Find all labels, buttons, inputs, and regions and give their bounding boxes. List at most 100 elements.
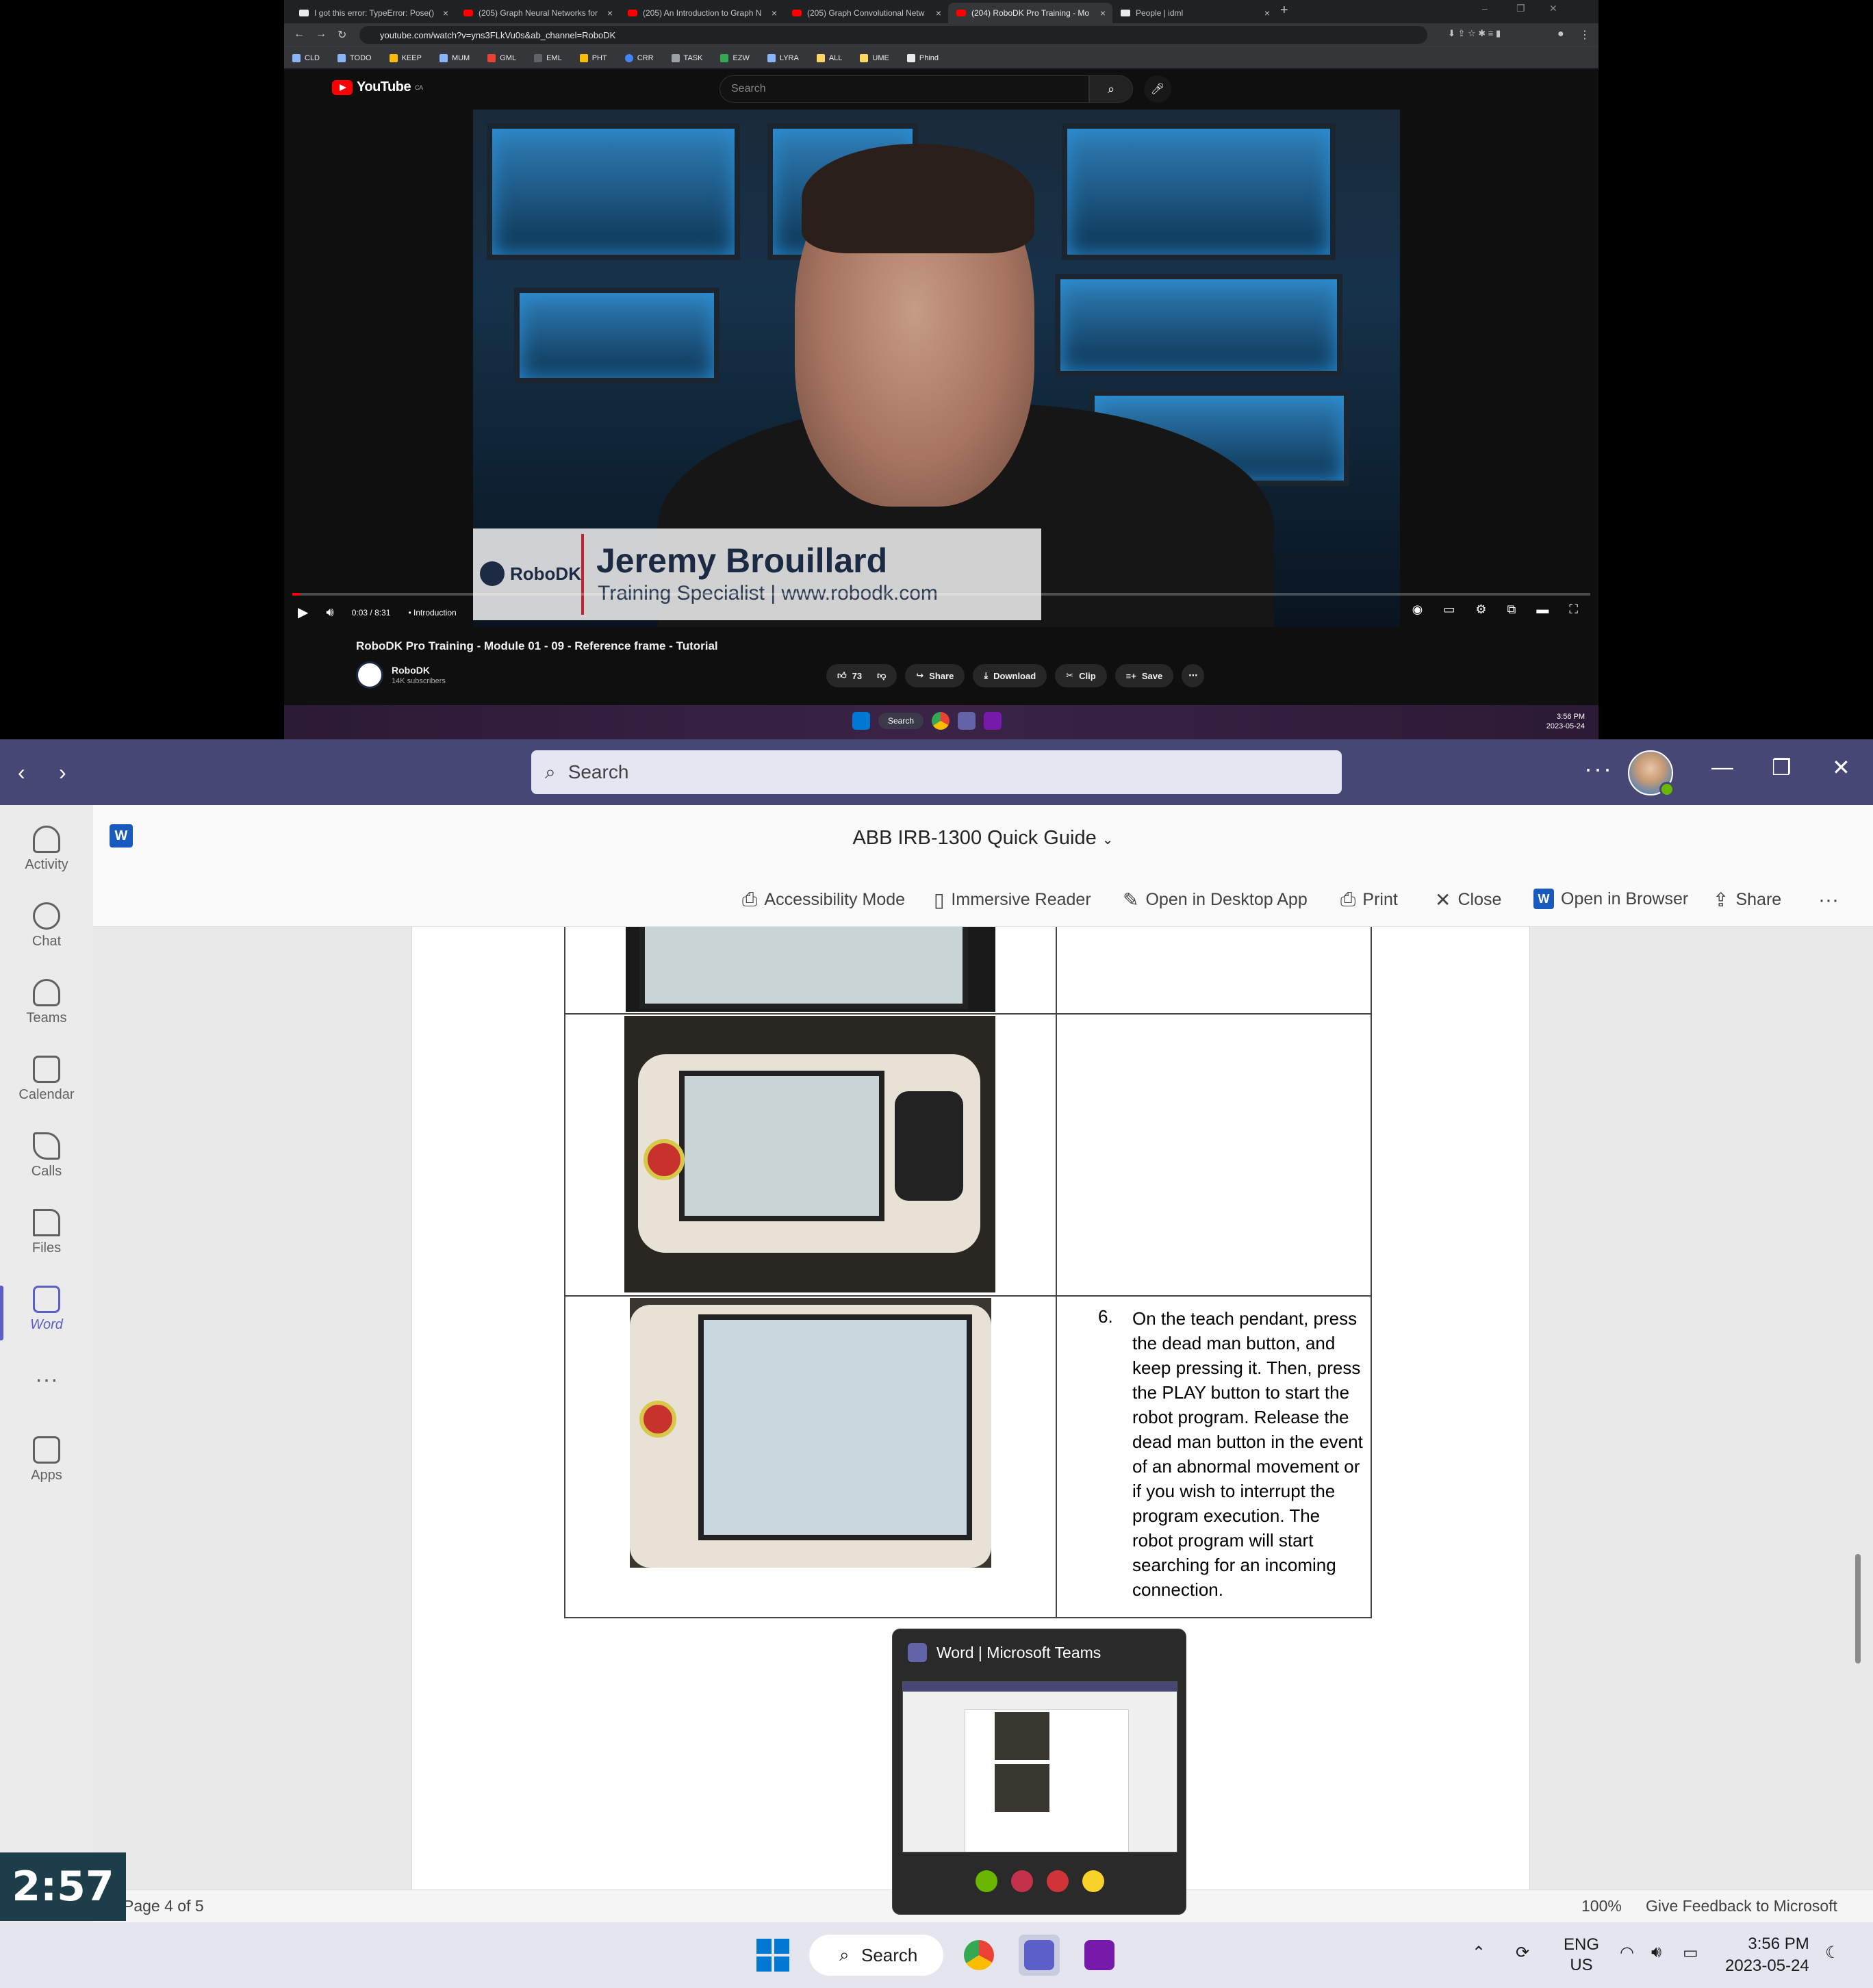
feedback-link[interactable]: Give Feedback to Microsoft <box>1646 1897 1837 1915</box>
close-tab-icon[interactable]: × <box>443 8 448 18</box>
channel-name[interactable]: RoboDK <box>392 665 446 676</box>
available-status-icon[interactable] <box>976 1870 997 1892</box>
microphone-icon[interactable]: 🎤︎ <box>1144 75 1171 103</box>
rail-calendar[interactable]: Calendar <box>0 1049 93 1117</box>
taskbar-chrome[interactable] <box>958 1935 999 1976</box>
more-actions-button[interactable]: ⋯ <box>1182 664 1205 687</box>
back-icon[interactable]: ← <box>294 28 305 40</box>
autoplay-toggle-icon[interactable]: ◉ <box>1412 602 1423 617</box>
bookmark[interactable]: EML <box>534 53 562 62</box>
rail-calls[interactable]: Calls <box>0 1125 93 1194</box>
chevron-up-icon[interactable]: ⌃ <box>1472 1943 1486 1963</box>
windows-start-icon[interactable] <box>852 712 870 730</box>
accessibility-mode-button[interactable]: ⎙ Accessibility Mode <box>742 889 905 911</box>
battery-icon[interactable]: ▭ <box>1683 1943 1698 1963</box>
bookmark[interactable]: GML <box>487 53 516 62</box>
print-button[interactable]: ⎙ Print <box>1340 889 1398 911</box>
close-tab-icon[interactable]: × <box>1100 8 1106 18</box>
fullscreen-icon[interactable]: ⛶ <box>1569 602 1578 617</box>
zoom-level[interactable]: 100% <box>1581 1897 1622 1915</box>
close-tab-icon[interactable]: × <box>607 8 613 18</box>
miniplayer-icon[interactable]: ⧉ <box>1507 602 1516 617</box>
chapter-label[interactable]: • Introduction <box>408 608 456 617</box>
browser-tab[interactable]: (205) Graph Convolutional Netw × <box>784 3 948 23</box>
forward-arrow-icon[interactable]: › <box>59 760 66 785</box>
volume-icon[interactable]: 🔊︎ <box>326 605 333 620</box>
rail-apps[interactable]: Apps <box>0 1429 93 1498</box>
restore-icon[interactable]: ❐ <box>1516 3 1525 14</box>
away-status-icon[interactable] <box>1082 1870 1104 1892</box>
do-not-disturb-icon[interactable] <box>1047 1870 1069 1892</box>
like-button[interactable]: 👍︎ 73 👎︎ <box>826 664 897 687</box>
browser-tab[interactable]: (205) Graph Neural Networks for × <box>455 3 620 23</box>
menu-kebab-icon[interactable]: ⋮ <box>1579 28 1590 42</box>
clip-button[interactable]: ✂ Clip <box>1055 664 1107 687</box>
close-button[interactable]: ✕ Close <box>1435 889 1501 911</box>
document-title[interactable]: ABB IRB-1300 Quick Guide ⌄ <box>93 827 1873 850</box>
minimize-icon[interactable]: — <box>1711 754 1733 780</box>
bookmark[interactable]: UME <box>860 53 889 62</box>
bookmark[interactable]: TASK <box>671 53 702 62</box>
restore-icon[interactable]: ❐ <box>1772 754 1792 780</box>
remote-search-button[interactable]: Search <box>878 713 924 729</box>
taskbar-onenote[interactable] <box>1079 1935 1120 1976</box>
rail-word[interactable]: Word <box>0 1279 93 1347</box>
back-arrow-icon[interactable]: ‹ <box>18 760 25 785</box>
bookmark[interactable]: CLD <box>292 53 320 62</box>
taskbar-search-button[interactable]: ⌕ Search <box>809 1935 943 1976</box>
browser-tab[interactable]: People | idml × <box>1112 3 1277 23</box>
search-icon[interactable]: ⌕ <box>1089 75 1133 103</box>
share-button[interactable]: ⇪ Share <box>1713 889 1781 911</box>
theater-mode-icon[interactable]: ▬ <box>1536 602 1549 617</box>
youtube-logo[interactable]: YouTube CA <box>332 79 423 95</box>
close-tab-icon[interactable]: × <box>936 8 941 18</box>
browser-tab[interactable]: (205) An Introduction to Graph N × <box>620 3 784 23</box>
immersive-reader-button[interactable]: ▯ Immersive Reader <box>934 889 1091 911</box>
bookmark[interactable]: MUM <box>439 53 470 62</box>
save-button[interactable]: ≡+ Save <box>1114 664 1174 687</box>
wifi-icon[interactable]: ◠ <box>1620 1943 1634 1963</box>
new-tab-button[interactable]: + <box>1280 3 1288 18</box>
rail-files[interactable]: Files <box>0 1202 93 1271</box>
thumbs-down-icon[interactable]: 👎︎ <box>877 670 886 681</box>
onenote-icon[interactable] <box>984 712 1002 730</box>
rail-chat[interactable]: Chat <box>0 895 93 964</box>
forward-icon[interactable]: → <box>316 28 327 40</box>
bookmark[interactable]: LYRA <box>767 53 799 62</box>
play-icon[interactable]: ▶ <box>298 604 308 621</box>
bookmark[interactable]: KEEP <box>389 53 422 62</box>
busy-status-icon[interactable] <box>1011 1870 1033 1892</box>
taskbar-clock[interactable]: 3:56 PM 2023-05-24 <box>1725 1933 1809 1977</box>
progress-bar[interactable] <box>292 593 1590 596</box>
teams-search-input[interactable]: ⌕ Search <box>531 750 1342 794</box>
sync-icon[interactable]: ⟳ <box>1516 1943 1529 1963</box>
windows-start-icon[interactable] <box>756 1939 789 1972</box>
minimize-icon[interactable]: – <box>1482 3 1488 14</box>
video-player[interactable]: RoboDK Jeremy Brouillard Training Specia… <box>473 110 1400 627</box>
bookmark[interactable]: PHT <box>579 53 607 62</box>
reload-icon[interactable]: ↻ <box>337 28 346 42</box>
close-window-icon[interactable]: ✕ <box>1549 3 1557 14</box>
browser-tab-active[interactable]: (204) RoboDK Pro Training - Mo × <box>948 3 1112 23</box>
rail-teams[interactable]: Teams <box>0 972 93 1041</box>
language-indicator[interactable]: ENG US <box>1564 1935 1599 1976</box>
open-desktop-app-button[interactable]: ✎ Open in Desktop App <box>1123 889 1308 911</box>
chrome-icon[interactable] <box>932 712 950 730</box>
open-browser-button[interactable]: W Open in Browser <box>1533 889 1688 909</box>
close-tab-icon[interactable]: × <box>772 8 777 18</box>
captions-icon[interactable]: ▭ <box>1443 602 1455 617</box>
teams-icon[interactable] <box>958 712 976 730</box>
rail-activity[interactable]: Activity <box>0 819 93 887</box>
url-field[interactable]: youtube.com/watch?v=yns3FLkVu0s&ab_chann… <box>359 26 1427 44</box>
browser-tab[interactable]: I got this error: TypeError: Pose() × <box>291 3 455 23</box>
more-options-icon[interactable]: ··· <box>1584 754 1613 783</box>
volume-icon[interactable]: 🔊︎ <box>1651 1943 1661 1962</box>
settings-gear-icon[interactable]: ⚙ <box>1475 602 1486 617</box>
taskbar-preview[interactable]: Word | Microsoft Teams <box>892 1629 1186 1915</box>
user-avatar[interactable] <box>1628 750 1674 797</box>
close-icon[interactable]: ✕ <box>1832 754 1850 780</box>
extensions-icons[interactable]: ⬇ ⇪ ☆ ✱ ≡ ▮ <box>1448 28 1501 39</box>
bookmark[interactable]: Phind <box>906 53 939 62</box>
profile-avatar[interactable]: ● <box>1557 28 1564 40</box>
bookmark[interactable]: CRR <box>624 53 654 62</box>
